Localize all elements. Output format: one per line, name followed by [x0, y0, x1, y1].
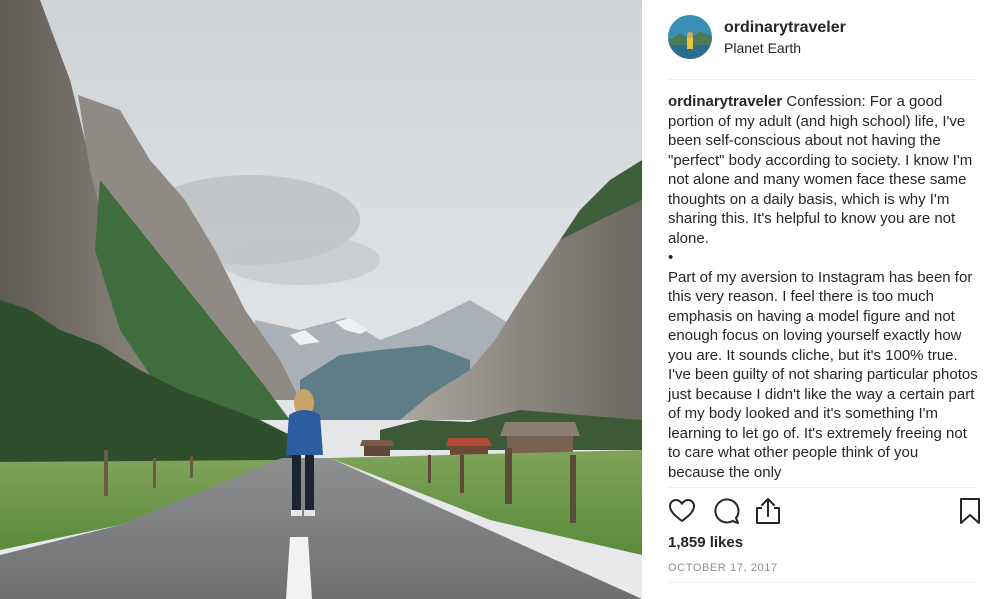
- share-icon: [756, 498, 780, 524]
- header-divider: [668, 79, 978, 80]
- post-header: ordinarytraveler Planet Earth: [642, 0, 1000, 80]
- comment-button[interactable]: [712, 497, 742, 527]
- author-username[interactable]: ordinarytraveler: [724, 19, 846, 37]
- avatar[interactable]: [668, 15, 712, 59]
- action-bar: [668, 497, 980, 527]
- caption-text-1: Confession: For a good portion of my adu…: [668, 93, 973, 247]
- comment-icon: [714, 498, 740, 524]
- save-button[interactable]: [958, 497, 988, 527]
- heart-icon: [669, 499, 695, 522]
- caption-username[interactable]: ordinarytraveler: [668, 93, 782, 110]
- like-button[interactable]: [668, 497, 698, 527]
- caption-paragraph-2: Part of my aversion to Instagram has bee…: [668, 268, 978, 481]
- share-button[interactable]: [754, 497, 784, 527]
- bookmark-icon: [960, 498, 980, 524]
- post-date[interactable]: OCTOBER 17, 2017: [668, 562, 778, 574]
- caption-separator: •: [668, 249, 674, 266]
- caption-paragraph-1: ordinarytraveler Confession: For a good …: [668, 92, 978, 248]
- likes-count[interactable]: 1,859 likes: [668, 534, 743, 551]
- avatar-image: [668, 15, 712, 59]
- author-location[interactable]: Planet Earth: [724, 40, 801, 56]
- caption-scroll[interactable]: ordinarytraveler Confession: For a good …: [668, 92, 978, 487]
- caption-divider: [668, 487, 978, 488]
- instagram-post: ordinarytraveler Planet Earth ordinarytr…: [0, 0, 1000, 599]
- footer-divider: [668, 582, 978, 583]
- valley-road-photo: [0, 0, 642, 599]
- post-photo[interactable]: [0, 0, 642, 599]
- caption: ordinarytraveler Confession: For a good …: [668, 92, 978, 482]
- post-sidebar: ordinarytraveler Planet Earth ordinarytr…: [642, 0, 1000, 599]
